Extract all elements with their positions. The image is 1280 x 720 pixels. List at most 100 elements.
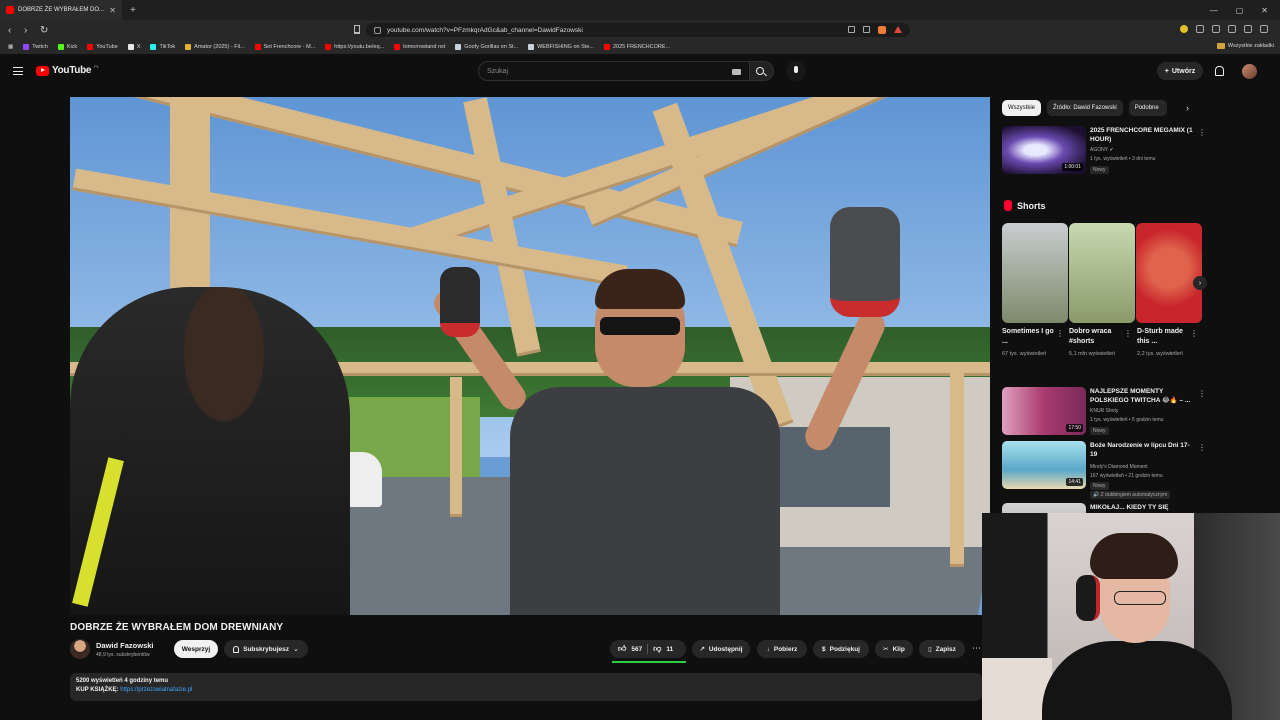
shorts-next-arrow-icon[interactable]: ›: [1193, 276, 1207, 290]
recommendation-item[interactable]: 17:50 NAJLEPSZE MOMENTY POLSKIEGO TWITCH…: [1002, 387, 1206, 437]
bookmarks-bar: ▦ Twitch Kick YouTube X TikTok Amator (2025) …: [0, 40, 1280, 54]
more-vert-icon[interactable]: ⋮: [1198, 443, 1206, 452]
chips-next-arrow-icon[interactable]: ›: [1186, 103, 1189, 113]
channel-avatar[interactable]: [70, 639, 90, 659]
youtube-logo[interactable]: YouTube PL: [36, 64, 99, 76]
url-text[interactable]: youtube.com/watch?v=PFzmkqrAdGc&ab_chann…: [387, 27, 583, 34]
more-actions-icon[interactable]: ⋯: [972, 643, 981, 654]
search-input[interactable]: Szukaj: [478, 61, 750, 81]
extensions-puzzle-icon[interactable]: [1212, 25, 1220, 33]
install-app-icon[interactable]: [848, 26, 855, 33]
share-page-icon[interactable]: [863, 26, 870, 33]
recommendation-title[interactable]: Boże Narodzenie w lipcu Dni 17-19: [1090, 441, 1194, 459]
book-link[interactable]: https://przezswiatnafazie.pl: [120, 687, 192, 693]
thanks-button[interactable]: $ Podziękuj: [813, 640, 869, 658]
share-button[interactable]: ↗ Udostępnij: [692, 640, 750, 658]
recommendation-channel[interactable]: KNUR Shoty: [1090, 407, 1118, 415]
extension-icon[interactable]: [1180, 25, 1188, 33]
more-vert-icon[interactable]: ⋮: [1198, 128, 1206, 137]
chip-related[interactable]: Podobne: [1128, 100, 1167, 116]
reload-icon[interactable]: ↻: [40, 25, 56, 36]
short-thumbnail[interactable]: [1002, 223, 1068, 323]
support-button[interactable]: Wesprzyj: [174, 640, 218, 658]
clip-button[interactable]: ✂ Klip: [875, 640, 913, 658]
download-button[interactable]: ↓ Pobierz: [757, 640, 807, 658]
recommendation-title[interactable]: NAJLEPSZE MOMENTY POLSKIEGO TWITCHA 😂🔥 –…: [1090, 387, 1194, 405]
bookmark-item[interactable]: tomorrowland nxt: [394, 44, 445, 50]
video-thumbnail[interactable]: [1002, 503, 1086, 513]
download-icon: ↓: [766, 645, 770, 653]
more-vert-icon[interactable]: ⋮: [1190, 329, 1198, 338]
all-bookmarks-folder[interactable]: Wszystkie zakładki: [1216, 43, 1274, 49]
bookmark-item[interactable]: 2025 FRENCHCORE...: [603, 44, 670, 50]
brave-shield-icon[interactable]: [878, 26, 886, 34]
new-tab-button[interactable]: +: [130, 5, 136, 16]
bookmark-star-icon[interactable]: [354, 25, 360, 34]
thumbs-up-icon[interactable]: 👍︎: [618, 644, 626, 654]
bookmark-item[interactable]: Kick: [57, 44, 77, 50]
short-thumbnail[interactable]: [1069, 223, 1135, 323]
save-button[interactable]: ▯ Zapisz: [919, 640, 965, 658]
recommendation-item[interactable]: 14:41 Boże Narodzenie w lipcu Dni 17-19 …: [1002, 441, 1206, 501]
recommendation-channel[interactable]: Mindy's Diamond Moment: [1090, 463, 1148, 471]
dislike-count[interactable]: 11: [666, 646, 673, 653]
site-info-icon[interactable]: [374, 26, 381, 34]
video-thumbnail[interactable]: 1:00:01: [1002, 126, 1086, 174]
bookmark-item[interactable]: Set Frenchcore - M...: [254, 44, 315, 50]
search-button[interactable]: [750, 61, 774, 81]
brave-rewards-icon[interactable]: [894, 26, 902, 33]
more-vert-icon[interactable]: ⋮: [1124, 329, 1132, 338]
bookmark-favicon-icon: [325, 44, 332, 50]
apps-grid-icon[interactable]: ▦: [8, 44, 13, 50]
search-placeholder: Szukaj: [487, 67, 509, 75]
notifications-bell-icon[interactable]: [1215, 66, 1224, 76]
address-bar[interactable]: youtube.com/watch?v=PFzmkqrAdGc&ab_chann…: [366, 23, 910, 37]
account-avatar[interactable]: [1242, 64, 1257, 79]
recommendation-title[interactable]: 2025 FRENCHCORE MEGAMIX (1 HOUR): [1090, 126, 1194, 144]
short-title[interactable]: Dobro wraca #shorts: [1069, 327, 1125, 347]
thumbs-down-icon[interactable]: 👎︎: [653, 644, 661, 654]
browser-tab-active[interactable]: DOBRZE ŻE WYBRAŁEM DO... ✕: [0, 0, 122, 20]
bookmark-item[interactable]: Amator (2025) - Fil...: [185, 44, 245, 50]
bookmark-item[interactable]: Goofy Gorillas on St...: [455, 44, 518, 50]
plus-icon: +: [1164, 67, 1169, 75]
recommendation-item[interactable]: 1:00:01 2025 FRENCHCORE MEGAMIX (1 HOUR)…: [1002, 126, 1206, 176]
menu-icon[interactable]: [1260, 25, 1268, 33]
like-count[interactable]: 567: [631, 646, 642, 653]
more-vert-icon[interactable]: ⋮: [1198, 389, 1206, 398]
minimize-button[interactable]: —: [1210, 6, 1218, 15]
bookmark-item[interactable]: X: [127, 44, 140, 50]
sidebar-toggle-icon[interactable]: [1228, 25, 1236, 33]
more-vert-icon[interactable]: ⋮: [1056, 329, 1064, 338]
bookmark-item[interactable]: WEBFISHING on Ste...: [528, 44, 594, 50]
maximize-button[interactable]: ▢: [1236, 6, 1244, 15]
chip-all[interactable]: Wszystkie: [1002, 100, 1041, 116]
recommendation-title[interactable]: MIKOŁAJ... KIEDY TY SIĘ: [1090, 503, 1194, 512]
recommendation-channel[interactable]: AGONY ✔: [1090, 146, 1114, 154]
video-thumbnail[interactable]: 17:50: [1002, 387, 1086, 435]
forward-arrow-icon[interactable]: ›: [24, 25, 40, 36]
recommendation-item[interactable]: MIKOŁAJ... KIEDY TY SIĘ: [1002, 503, 1202, 513]
close-window-button[interactable]: ✕: [1261, 6, 1268, 15]
bookmark-item[interactable]: https://youtu.be/eq...: [325, 44, 384, 50]
chip-from-channel[interactable]: Źródło: Dawid Fazowski: [1047, 100, 1123, 116]
short-thumbnail[interactable]: [1136, 223, 1202, 323]
create-button[interactable]: + Utwórz: [1157, 62, 1203, 80]
bookmark-item[interactable]: TikTok: [150, 44, 175, 50]
media-control-icon[interactable]: [1244, 25, 1252, 33]
menu-hamburger-icon[interactable]: [13, 67, 23, 75]
subscribed-button[interactable]: Subskrybujesz ⌄: [224, 640, 308, 658]
bookmark-item[interactable]: YouTube: [87, 44, 118, 50]
bookmark-item[interactable]: Twitch: [23, 44, 48, 50]
tab-close-icon[interactable]: ✕: [109, 6, 116, 15]
voice-search-mic-icon[interactable]: [786, 61, 806, 81]
video-player[interactable]: [70, 97, 990, 615]
short-title[interactable]: D-Sturb made this ...: [1137, 327, 1193, 347]
vpn-icon[interactable]: [1196, 25, 1204, 33]
description-box[interactable]: 5200 wyświetleń 4 godziny temu KUP KSIĄŻ…: [70, 673, 982, 701]
video-thumbnail[interactable]: 14:41: [1002, 441, 1086, 489]
back-arrow-icon[interactable]: ‹: [8, 25, 24, 36]
channel-name[interactable]: Dawid Fazowski: [96, 641, 154, 650]
keyboard-icon[interactable]: [732, 69, 741, 75]
short-title[interactable]: Sometimes I go ...: [1002, 327, 1058, 347]
